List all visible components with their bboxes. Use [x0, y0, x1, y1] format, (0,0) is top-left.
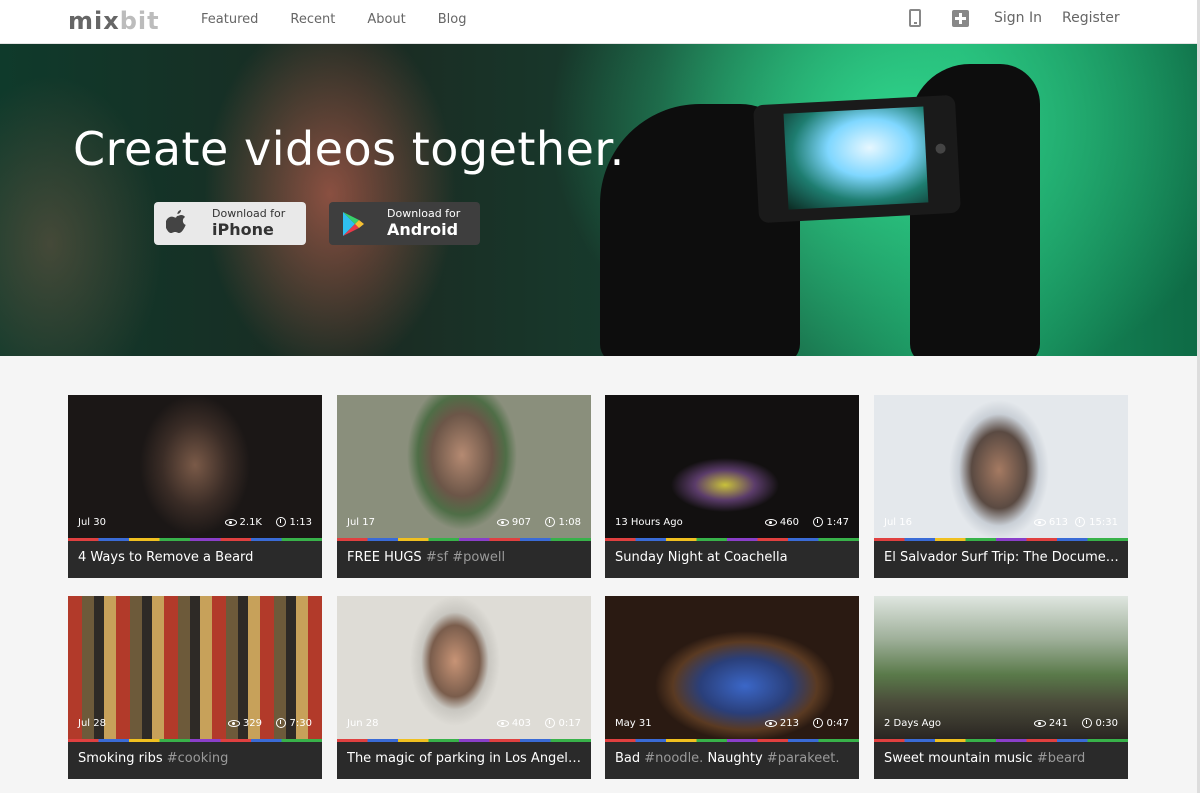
- color-strip: [337, 538, 591, 541]
- video-card[interactable]: May 31 213 0:47 Bad #noodle. Naughty #pa…: [605, 596, 859, 779]
- video-views: 460: [779, 517, 799, 528]
- color-strip: [68, 538, 322, 541]
- color-strip: [605, 538, 859, 541]
- video-duration: 0:30: [1095, 718, 1118, 729]
- video-date: Jul 28: [78, 718, 106, 729]
- eye-icon: [1033, 719, 1046, 727]
- eye-icon: [764, 719, 777, 727]
- video-duration: 1:08: [558, 517, 581, 528]
- hero-phone-screen: [783, 106, 929, 210]
- apple-icon: [166, 210, 186, 233]
- color-strip: [874, 739, 1128, 742]
- video-card[interactable]: Jul 16 613 15:31 El Salvador Surf Trip: …: [874, 395, 1128, 578]
- video-title[interactable]: El Salvador Surf Trip: The Document...: [884, 550, 1120, 565]
- video-date: Jul 30: [78, 517, 106, 528]
- video-views: 613: [1048, 517, 1068, 528]
- video-card[interactable]: Jul 30 2.1K 1:13 4 Ways to Remove a Bear…: [68, 395, 322, 578]
- video-title[interactable]: Bad #noodle. Naughty #parakeet.: [615, 751, 851, 766]
- video-views: 329: [242, 718, 262, 729]
- clock-icon: [275, 718, 286, 728]
- video-duration: 1:47: [826, 517, 849, 528]
- plus-icon[interactable]: [952, 10, 969, 27]
- video-title[interactable]: The magic of parking in Los Angeles.: [347, 751, 583, 766]
- clock-icon: [544, 718, 555, 728]
- video-duration: 1:13: [289, 517, 312, 528]
- google-play-icon: [343, 212, 364, 236]
- video-card[interactable]: 13 Hours Ago 460 1:47 Sunday Night at Co…: [605, 395, 859, 578]
- download-iphone-button[interactable]: Download for iPhone: [154, 202, 306, 245]
- phone-icon[interactable]: [909, 9, 921, 27]
- hero-phone-image: [753, 94, 961, 224]
- video-date: Jul 17: [347, 517, 375, 528]
- video-card[interactable]: Jul 17 907 1:08 FREE HUGS #sf #powell: [337, 395, 591, 578]
- eye-icon: [496, 719, 509, 727]
- sign-in-link[interactable]: Sign In: [994, 10, 1042, 26]
- color-strip: [337, 739, 591, 742]
- color-strip: [605, 739, 859, 742]
- mixbit-logo[interactable]: mixbit: [68, 7, 160, 35]
- eye-icon: [764, 518, 777, 526]
- eye-icon: [496, 518, 509, 526]
- register-link[interactable]: Register: [1062, 10, 1120, 26]
- color-strip: [68, 739, 322, 742]
- eye-icon: [1033, 518, 1046, 526]
- hero-title: Create videos together.: [73, 122, 625, 176]
- top-nav: mixbit Featured Recent About Blog Sign I…: [0, 0, 1200, 44]
- eye-icon: [224, 518, 237, 526]
- video-duration: 0:17: [558, 718, 581, 729]
- color-strip: [874, 538, 1128, 541]
- hero-phone-lens: [935, 143, 946, 154]
- video-date: Jun 28: [347, 718, 379, 729]
- video-date: 2 Days Ago: [884, 718, 941, 729]
- video-date: 13 Hours Ago: [615, 517, 683, 528]
- video-duration: 7:30: [289, 718, 312, 729]
- video-title[interactable]: Sweet mountain music #beard: [884, 751, 1120, 766]
- video-views: 2.1K: [239, 517, 262, 528]
- video-date: Jul 16: [884, 517, 912, 528]
- clock-icon: [812, 718, 823, 728]
- video-card[interactable]: 2 Days Ago 241 0:30 Sweet mountain music…: [874, 596, 1128, 779]
- clock-icon: [544, 517, 555, 527]
- video-title[interactable]: Sunday Night at Coachella: [615, 550, 851, 565]
- nav-recent[interactable]: Recent: [290, 12, 335, 27]
- video-card[interactable]: Jul 28 329 7:30 Smoking ribs #cooking: [68, 596, 322, 779]
- nav-about[interactable]: About: [367, 12, 405, 27]
- video-date: May 31: [615, 718, 652, 729]
- download-android-button[interactable]: Download for Android: [329, 202, 480, 245]
- video-title[interactable]: 4 Ways to Remove a Beard: [78, 550, 314, 565]
- video-card[interactable]: Jun 28 403 0:17 The magic of parking in …: [337, 596, 591, 779]
- clock-icon: [275, 517, 286, 527]
- video-views: 403: [511, 718, 531, 729]
- clock-icon: [1075, 517, 1086, 527]
- nav-blog[interactable]: Blog: [438, 12, 467, 27]
- clock-icon: [1081, 718, 1092, 728]
- eye-icon: [227, 719, 240, 727]
- main-nav: Featured Recent About Blog: [201, 12, 499, 27]
- nav-featured[interactable]: Featured: [201, 12, 258, 27]
- video-duration: 15:31: [1089, 517, 1118, 528]
- video-views: 241: [1048, 718, 1068, 729]
- video-title[interactable]: Smoking ribs #cooking: [78, 751, 314, 766]
- clock-icon: [812, 517, 823, 527]
- video-views: 213: [779, 718, 799, 729]
- video-title[interactable]: FREE HUGS #sf #powell: [347, 550, 583, 565]
- video-duration: 0:47: [826, 718, 849, 729]
- hero-banner: Create videos together. Download for iPh…: [0, 44, 1197, 356]
- video-views: 907: [511, 517, 531, 528]
